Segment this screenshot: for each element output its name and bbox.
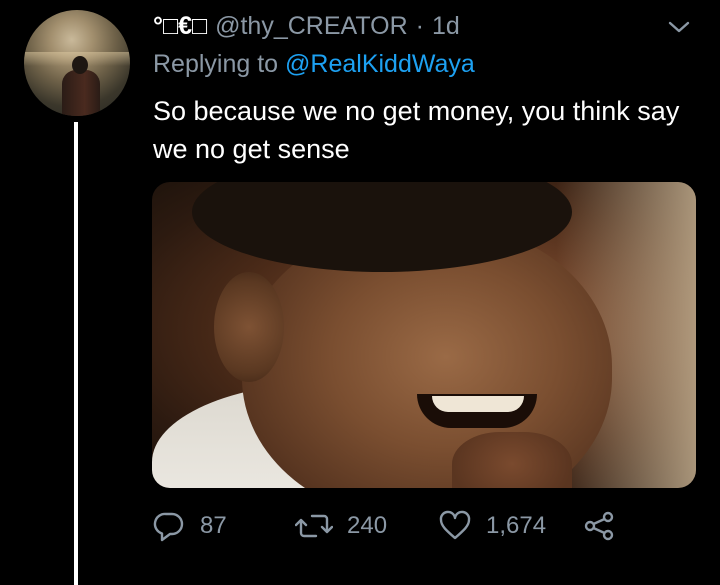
reply-mention-link[interactable]: @RealKiddWaya xyxy=(285,50,475,78)
reply-icon xyxy=(152,509,186,543)
media-ear xyxy=(214,272,284,382)
share-icon xyxy=(582,509,616,543)
tweet-time[interactable]: 1d xyxy=(432,12,460,41)
tweet-actions: 87 240 1,674 xyxy=(152,506,622,546)
media-teeth xyxy=(432,396,524,412)
like-button[interactable]: 1,674 xyxy=(438,506,546,546)
avatar[interactable] xyxy=(24,10,130,116)
separator-dot: · xyxy=(415,11,424,40)
reply-button[interactable]: 87 xyxy=(152,506,227,546)
media-hand xyxy=(452,432,572,488)
thread-line xyxy=(74,122,78,585)
share-button[interactable] xyxy=(582,506,616,546)
tweet: °□€□ @thy_CREATOR · 1d Replying to @Real… xyxy=(0,0,720,585)
retweet-button[interactable]: 240 xyxy=(295,506,387,546)
heart-icon xyxy=(438,509,472,543)
reply-count: 87 xyxy=(200,512,227,539)
avatar-figure-head xyxy=(72,56,88,74)
display-name[interactable]: °□€□ xyxy=(153,12,207,41)
replying-to: Replying to @RealKiddWaya xyxy=(153,50,475,79)
retweet-icon xyxy=(295,509,333,543)
retweet-count: 240 xyxy=(347,512,388,539)
replying-to-label: Replying to xyxy=(153,50,279,78)
like-count: 1,674 xyxy=(486,512,547,539)
tweet-media-image[interactable] xyxy=(152,182,696,488)
avatar-figure xyxy=(62,70,100,116)
tweet-header: °□€□ @thy_CREATOR · 1d xyxy=(153,6,460,46)
user-handle[interactable]: @thy_CREATOR xyxy=(215,12,408,41)
tweet-text: So because we no get money, you think sa… xyxy=(153,96,680,164)
chevron-down-icon[interactable] xyxy=(664,12,694,42)
